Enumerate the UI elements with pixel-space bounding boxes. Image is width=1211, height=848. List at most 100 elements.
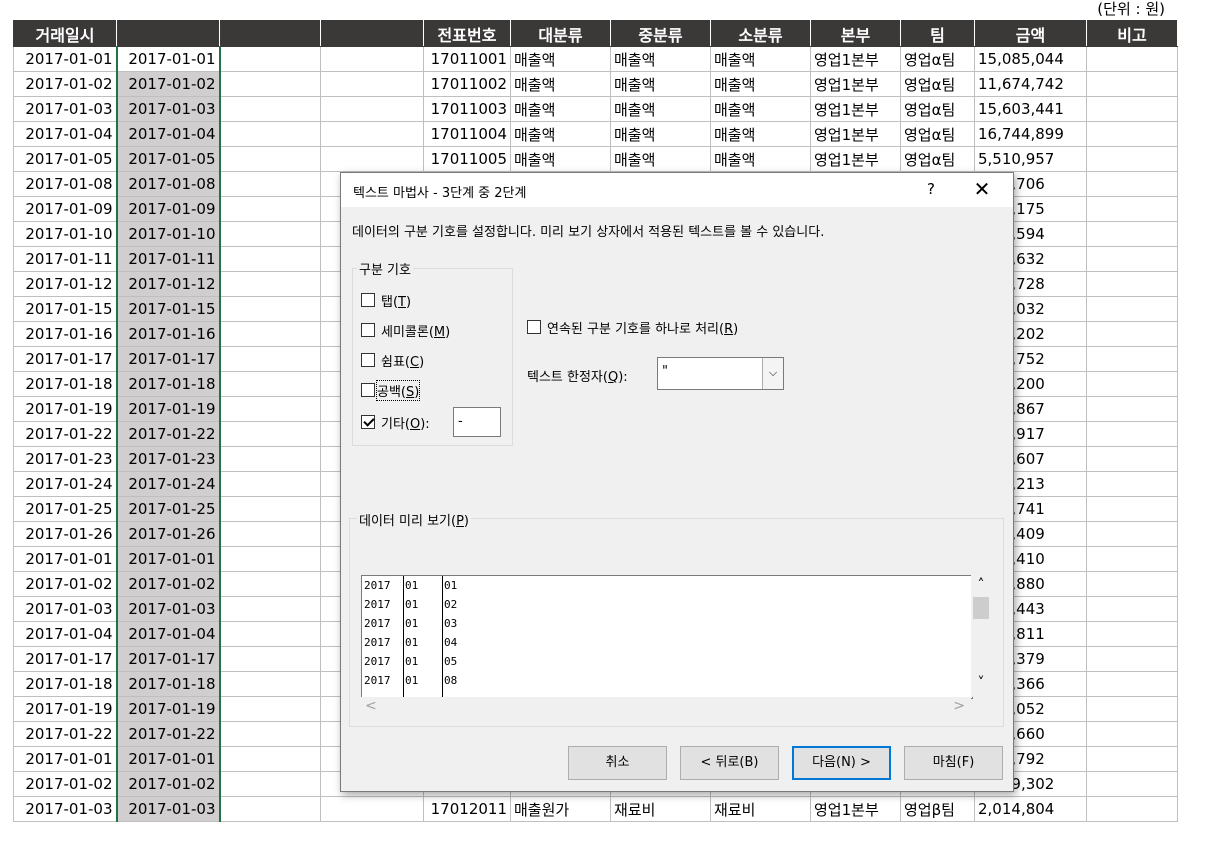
table-cell[interactable]: 2017-01-19: [115, 696, 221, 722]
table-cell[interactable]: 2017-01-22: [13, 421, 117, 447]
table-cell[interactable]: 2017-01-17: [13, 646, 117, 672]
table-cell[interactable]: 2017-01-01: [13, 746, 117, 772]
table-cell[interactable]: 영업1본부: [810, 96, 901, 122]
semicolon-checkbox[interactable]: 세미콜론(M): [361, 320, 450, 340]
table-cell[interactable]: 2017-01-04: [13, 621, 117, 647]
scroll-right-icon[interactable]: >: [953, 698, 965, 714]
table-cell[interactable]: [219, 521, 321, 547]
table-cell[interactable]: [219, 721, 321, 747]
table-cell[interactable]: 매출액: [510, 71, 611, 97]
table-cell[interactable]: 2017-01-10: [115, 221, 221, 247]
table-cell[interactable]: 매출액: [510, 146, 611, 172]
close-icon[interactable]: ✕: [969, 177, 995, 201]
table-cell[interactable]: [1086, 46, 1178, 72]
table-cell[interactable]: 2017-01-12: [13, 271, 117, 297]
scroll-up-icon[interactable]: ˄: [971, 577, 991, 593]
table-cell[interactable]: [219, 696, 321, 722]
table-cell[interactable]: 매출액: [710, 46, 811, 72]
table-cell[interactable]: 2017-01-03: [13, 796, 117, 822]
table-cell[interactable]: 2017-01-01: [115, 46, 221, 72]
table-cell[interactable]: [219, 171, 321, 197]
table-cell[interactable]: 2017-01-19: [13, 696, 117, 722]
table-cell[interactable]: [1086, 396, 1178, 422]
table-cell[interactable]: [1086, 196, 1178, 222]
scroll-thumb[interactable]: [973, 597, 989, 619]
scroll-left-icon[interactable]: <: [365, 698, 377, 714]
table-cell[interactable]: [219, 746, 321, 772]
column-header[interactable]: 팀: [900, 20, 975, 47]
table-cell[interactable]: 매출액: [610, 96, 711, 122]
column-header[interactable]: 소분류: [710, 20, 811, 47]
table-cell[interactable]: 2017-01-26: [115, 521, 221, 547]
table-cell[interactable]: [1086, 746, 1178, 772]
table-cell[interactable]: 2017-01-25: [115, 496, 221, 522]
tab-checkbox[interactable]: 탭(T): [361, 290, 411, 310]
table-cell[interactable]: 2017-01-18: [115, 671, 221, 697]
table-cell[interactable]: 2017-01-18: [13, 371, 117, 397]
checkbox-box[interactable]: [361, 353, 375, 367]
table-cell[interactable]: 매출액: [710, 71, 811, 97]
table-cell[interactable]: [219, 446, 321, 472]
table-cell[interactable]: 2017-01-12: [115, 271, 221, 297]
table-cell[interactable]: [219, 646, 321, 672]
table-cell[interactable]: [219, 121, 321, 147]
table-cell[interactable]: 매출액: [510, 121, 611, 147]
table-cell[interactable]: 매출액: [610, 71, 711, 97]
table-cell[interactable]: 영업α팀: [900, 96, 975, 122]
table-cell[interactable]: 2017-01-18: [13, 671, 117, 697]
table-cell[interactable]: [1086, 496, 1178, 522]
table-cell[interactable]: 영업1본부: [810, 121, 901, 147]
table-cell[interactable]: [1086, 221, 1178, 247]
table-cell[interactable]: 2017-01-19: [115, 396, 221, 422]
table-cell[interactable]: 2017-01-09: [115, 196, 221, 222]
table-cell[interactable]: 2017-01-03: [115, 796, 221, 822]
table-cell[interactable]: [320, 146, 424, 172]
table-cell[interactable]: 17011003: [423, 96, 511, 122]
table-cell[interactable]: [219, 246, 321, 272]
other-delimiter-input[interactable]: -: [453, 407, 501, 437]
table-cell[interactable]: [219, 46, 321, 72]
table-cell[interactable]: 영업1본부: [810, 71, 901, 97]
table-cell[interactable]: [219, 471, 321, 497]
table-cell[interactable]: 2017-01-08: [13, 171, 117, 197]
table-cell[interactable]: 2017-01-19: [13, 396, 117, 422]
table-cell[interactable]: 2017-01-10: [13, 221, 117, 247]
table-cell[interactable]: 2017-01-08: [115, 171, 221, 197]
table-cell[interactable]: [219, 596, 321, 622]
table-cell[interactable]: 2017-01-16: [115, 321, 221, 347]
table-cell[interactable]: 매출액: [510, 96, 611, 122]
table-cell[interactable]: [1086, 321, 1178, 347]
table-cell[interactable]: [219, 346, 321, 372]
table-cell[interactable]: 영업1본부: [810, 146, 901, 172]
table-cell[interactable]: [1086, 121, 1178, 147]
table-cell[interactable]: [1086, 346, 1178, 372]
column-header[interactable]: [320, 20, 424, 47]
finish-button[interactable]: 마침(F): [904, 746, 1003, 780]
table-cell[interactable]: 2017-01-26: [13, 521, 117, 547]
table-cell[interactable]: 2017-01-11: [115, 246, 221, 272]
table-cell[interactable]: 2017-01-17: [115, 646, 221, 672]
table-cell[interactable]: [1086, 296, 1178, 322]
table-cell[interactable]: 2017-01-01: [115, 746, 221, 772]
table-cell[interactable]: 2017-01-02: [13, 571, 117, 597]
table-cell[interactable]: 매출액: [710, 146, 811, 172]
table-cell[interactable]: 2017-01-02: [115, 71, 221, 97]
checkbox-box[interactable]: [527, 320, 541, 334]
table-cell[interactable]: 2017-01-22: [115, 421, 221, 447]
table-cell[interactable]: [1086, 621, 1178, 647]
table-cell[interactable]: 2017-01-02: [13, 71, 117, 97]
table-cell[interactable]: [219, 796, 321, 822]
table-cell[interactable]: 2017-01-02: [13, 771, 117, 797]
preview-horizontal-scrollbar[interactable]: < >: [361, 697, 971, 717]
table-cell[interactable]: 2017-01-05: [115, 146, 221, 172]
checkbox-box[interactable]: [361, 293, 375, 307]
table-cell[interactable]: 2017-01-15: [115, 296, 221, 322]
table-cell[interactable]: 재료비: [710, 796, 811, 822]
consecutive-delimiter-checkbox[interactable]: 연속된 구분 기호를 하나로 처리(R): [527, 317, 738, 337]
table-cell[interactable]: 2017-01-25: [13, 496, 117, 522]
table-cell[interactable]: 2017-01-02: [115, 771, 221, 797]
comma-checkbox[interactable]: 쉼표(C): [361, 350, 424, 370]
table-cell[interactable]: 2017-01-15: [13, 296, 117, 322]
table-cell[interactable]: [1086, 546, 1178, 572]
table-cell[interactable]: 2017-01-24: [13, 471, 117, 497]
